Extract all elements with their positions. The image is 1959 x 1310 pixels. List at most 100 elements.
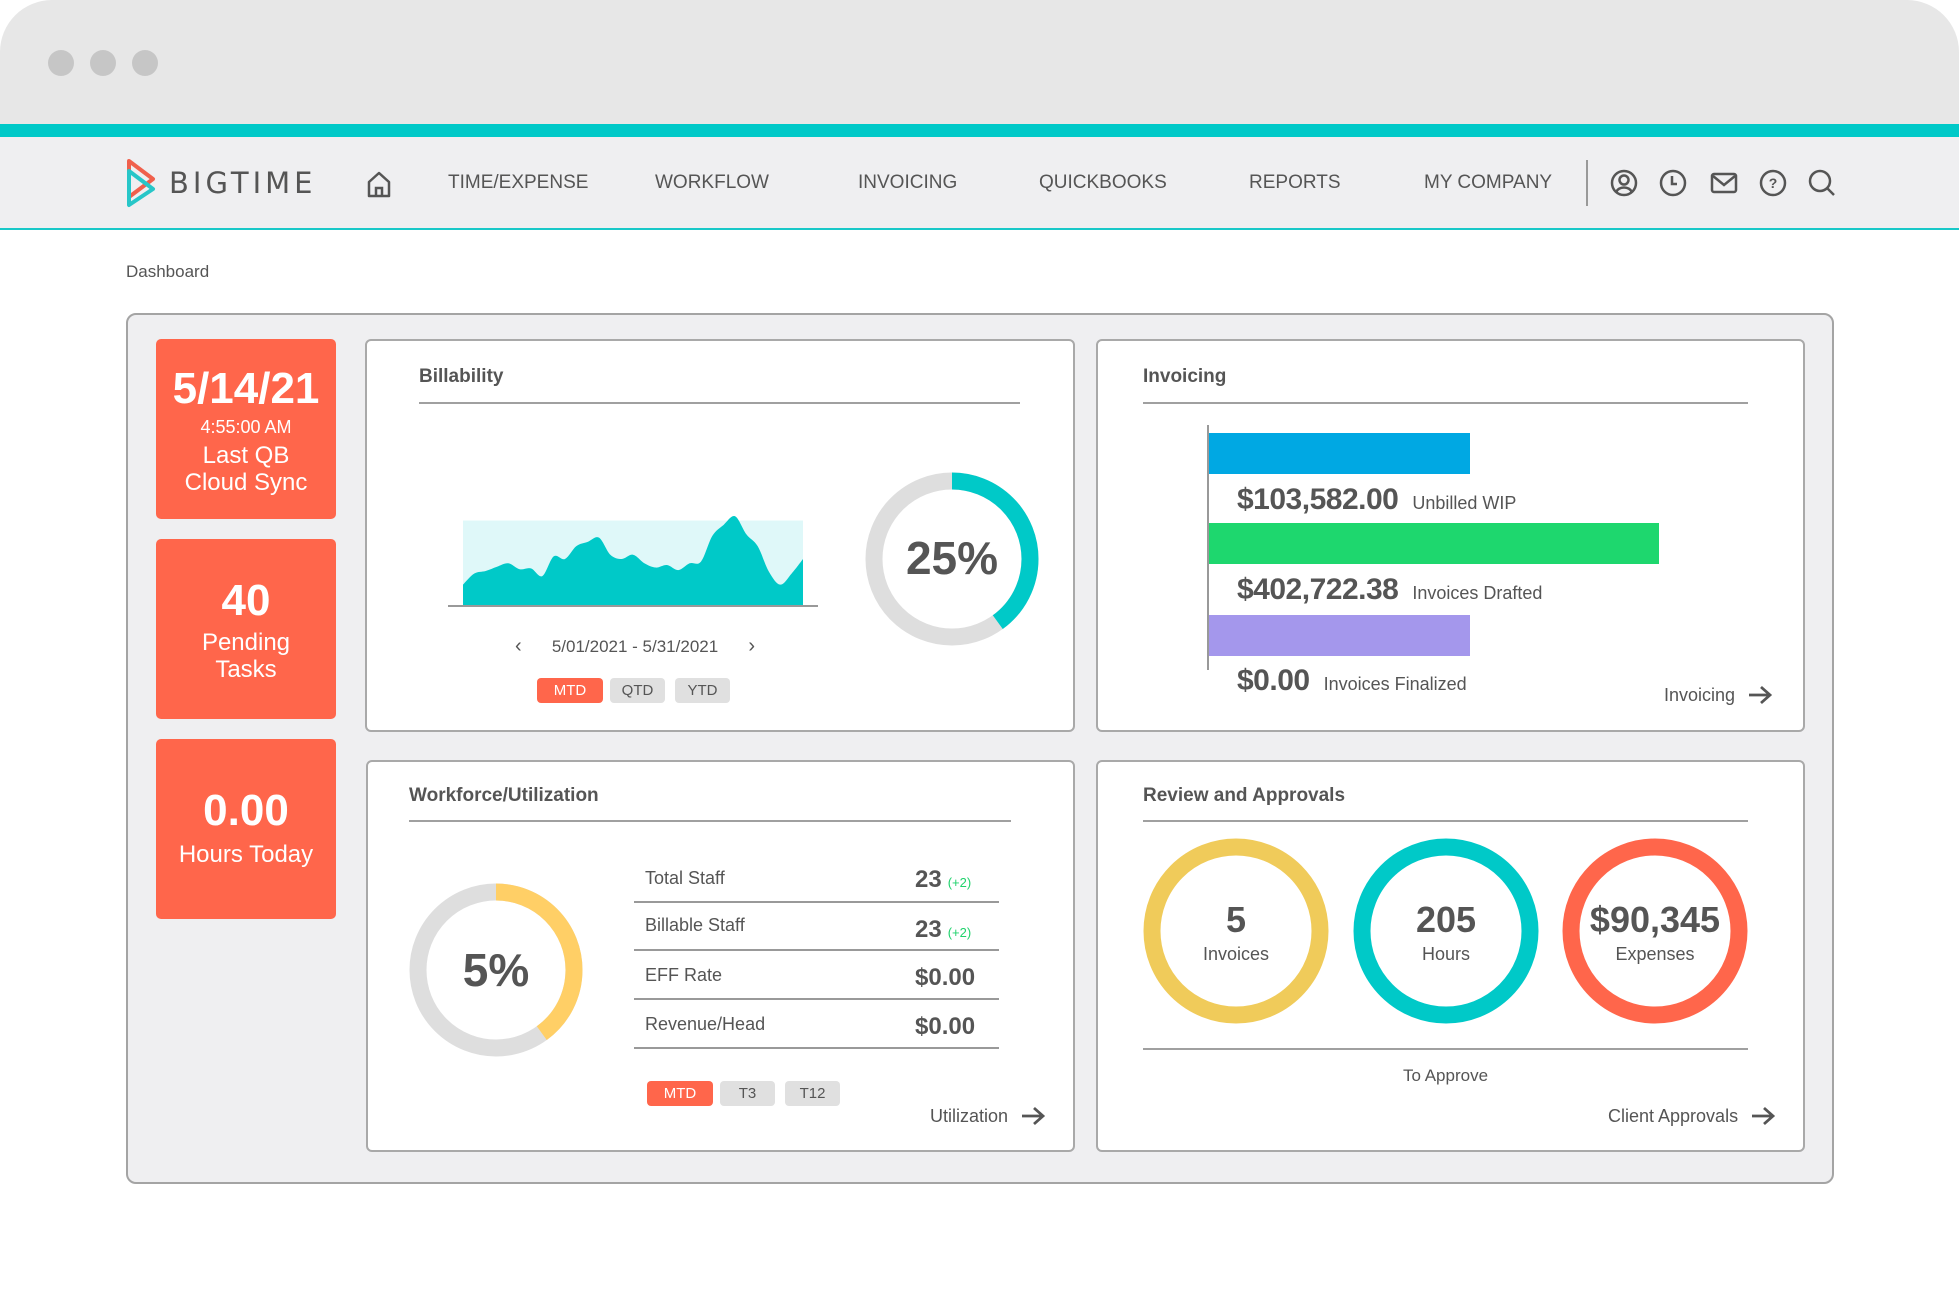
stat-label: Billable Staff	[645, 915, 745, 935]
stat-value: $0.00	[915, 1013, 976, 1040]
workforce-title: Workforce/Utilization	[409, 785, 599, 806]
billability-percent: 25%	[905, 532, 999, 584]
hours-today-tile[interactable]: 0.00 Hours Today	[156, 739, 336, 919]
stat-value: 23 (+2)	[915, 866, 971, 894]
invoices-ring-label: Invoices	[1202, 944, 1270, 964]
hours-today-label: Hours Today	[178, 841, 314, 868]
sync-label-1: Last QB	[202, 442, 290, 469]
stat-delta: (+2)	[947, 925, 972, 940]
invoicing-divider	[1143, 402, 1748, 404]
prev-period-icon[interactable]: ‹	[515, 635, 522, 658]
logo-icon	[127, 159, 155, 207]
qb-sync-tile[interactable]: 5/14/21 4:55:00 AM Last QB Cloud Sync	[156, 339, 336, 519]
brand-logo[interactable]: BIGTIME	[125, 157, 317, 209]
client-approvals-link[interactable]: Client Approvals	[1608, 1105, 1776, 1127]
invoices-ring[interactable]: 5 Invoices	[1143, 838, 1329, 1024]
unbilled-wip-amount: $103,582.00	[1237, 483, 1399, 516]
expenses-ring-label: Expenses	[1615, 944, 1695, 964]
nav-reports[interactable]: REPORTS	[1249, 172, 1341, 194]
stat-label: Revenue/Head	[645, 1014, 766, 1034]
stat-label: EFF Rate	[645, 965, 723, 985]
billability-divider	[419, 402, 1020, 404]
home-icon[interactable]	[364, 169, 394, 199]
client-approvals-link-label: Client Approvals	[1608, 1105, 1739, 1126]
billability-mtd-button[interactable]: MTD	[537, 678, 603, 703]
hours-ring-label: Hours	[1421, 944, 1470, 964]
help-icon[interactable]: ?	[1758, 168, 1788, 198]
utilization-link-label: Utilization	[930, 1105, 1009, 1126]
invoicing-link-label: Invoicing	[1664, 684, 1736, 705]
utilization-percent: 5%	[462, 944, 530, 996]
nav-divider	[1586, 160, 1588, 206]
utilization-t12-button[interactable]: T12	[785, 1081, 840, 1106]
search-icon[interactable]	[1807, 168, 1837, 198]
billability-area-chart	[448, 516, 818, 607]
hours-ring[interactable]: 205 Hours	[1353, 838, 1539, 1024]
invoicing-link[interactable]: Invoicing	[1664, 684, 1773, 706]
to-approve-caption: To Approve	[1402, 1066, 1489, 1085]
unbilled-wip-label: Unbilled WIP	[1412, 493, 1517, 513]
invoicing-title: Invoicing	[1143, 366, 1227, 387]
sync-time: 4:55:00 AM	[200, 417, 292, 437]
stat-value: 23 (+2)	[915, 916, 971, 944]
review-title: Review and Approvals	[1143, 785, 1346, 806]
window-titlebar	[0, 0, 1959, 124]
arrow-right-icon	[1752, 1106, 1776, 1126]
billability-qtd-button[interactable]: QTD	[610, 678, 665, 703]
accent-bar	[0, 124, 1959, 137]
stat-row-revenue-head: Revenue/Head $0.00	[634, 1000, 999, 1049]
sync-label-2: Cloud Sync	[184, 469, 308, 496]
mail-icon[interactable]	[1709, 168, 1739, 198]
stat-label: Total Staff	[645, 868, 725, 888]
arrow-right-icon	[1749, 685, 1773, 705]
hours-ring-value: 205	[1415, 899, 1477, 940]
invoices-finalized-label: Invoices Finalized	[1323, 674, 1467, 694]
brand-name: BIGTIME	[169, 166, 317, 200]
sync-date: 5/14/21	[172, 364, 320, 413]
review-divider-bottom	[1143, 1048, 1748, 1050]
workforce-divider	[409, 820, 1011, 822]
stat-delta: (+2)	[947, 875, 972, 890]
billability-date-range: 5/01/2021 - 5/31/2021	[551, 636, 719, 656]
expenses-ring[interactable]: $90,345 Expenses	[1562, 838, 1748, 1024]
billability-title: Billability	[419, 366, 504, 387]
invoices-ring-value: 5	[1225, 899, 1247, 940]
stat-row-eff-rate: EFF Rate $0.00	[634, 951, 999, 1000]
billability-ytd-button[interactable]: YTD	[675, 678, 730, 703]
utilization-link[interactable]: Utilization	[930, 1105, 1046, 1127]
nav-quickbooks[interactable]: QUICKBOOKS	[1039, 172, 1167, 194]
stat-value: $0.00	[915, 964, 976, 991]
invoices-finalized-bar	[1209, 615, 1470, 656]
utilization-mtd-button[interactable]: MTD	[647, 1081, 713, 1106]
pending-tasks-count: 40	[221, 576, 271, 625]
pending-tasks-tile[interactable]: 40 Pending Tasks	[156, 539, 336, 719]
stat-row-billable-staff: Billable Staff 23 (+2)	[634, 902, 999, 951]
nav-time-expense[interactable]: TIME/EXPENSE	[448, 172, 588, 194]
hours-today-value: 0.00	[203, 786, 289, 835]
nav-my-company[interactable]: MY COMPANY	[1424, 172, 1552, 194]
invoices-drafted-amount: $402,722.38	[1237, 573, 1399, 606]
user-icon[interactable]	[1609, 168, 1639, 198]
clock-icon[interactable]	[1658, 168, 1688, 198]
window-close-button[interactable]	[48, 50, 74, 76]
arrow-right-icon	[1022, 1106, 1046, 1126]
invoices-finalized-amount: $0.00	[1237, 664, 1310, 697]
window-minimize-button[interactable]	[90, 50, 116, 76]
stat-number: 23	[915, 916, 942, 943]
unbilled-wip-bar	[1209, 433, 1470, 474]
pending-label-1: Pending	[201, 629, 291, 656]
nav-workflow[interactable]: WORKFLOW	[655, 172, 769, 194]
breadcrumb: Dashboard	[126, 262, 210, 281]
stat-number: 23	[915, 866, 942, 893]
expenses-ring-value: $90,345	[1589, 899, 1721, 940]
review-divider-top	[1143, 820, 1748, 822]
invoices-drafted-bar	[1209, 523, 1659, 564]
stat-row-total-staff: Total Staff 23 (+2)	[634, 854, 999, 903]
pending-label-2: Tasks	[215, 656, 277, 683]
invoices-drafted-label: Invoices Drafted	[1412, 583, 1543, 603]
window-maximize-button[interactable]	[132, 50, 158, 76]
svg-text:?: ?	[1769, 175, 1778, 191]
next-period-icon[interactable]: ›	[748, 635, 755, 658]
nav-invoicing[interactable]: INVOICING	[858, 172, 957, 194]
utilization-t3-button[interactable]: T3	[720, 1081, 775, 1106]
